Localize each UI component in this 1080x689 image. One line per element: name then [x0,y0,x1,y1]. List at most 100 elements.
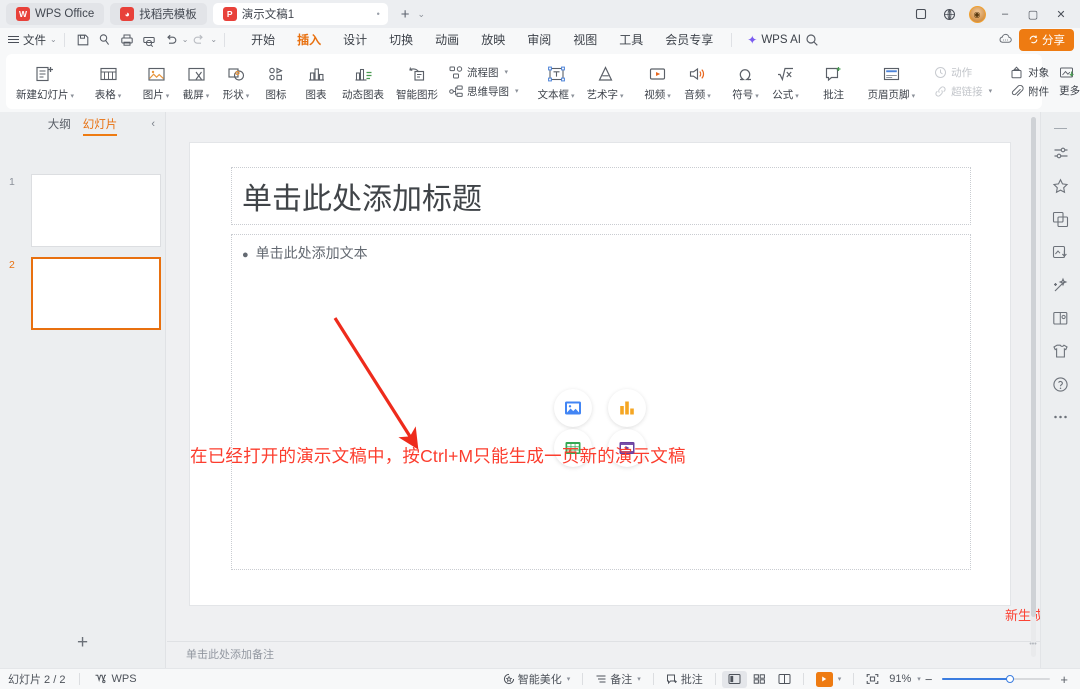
formula-button[interactable]: 公式 ▾ [766,58,806,106]
wps-ai-button[interactable]: ✦ WPS AI [747,33,801,47]
chevron-left-icon[interactable]: ‹ [151,118,155,130]
tab-outline[interactable]: 大纲 [48,116,71,135]
close-button[interactable]: ✕ [1048,3,1074,25]
tab-wps-office[interactable]: W WPS Office [6,3,105,25]
multiwindow-icon[interactable] [908,3,934,25]
zoom-in-button[interactable]: + [1056,672,1072,687]
table-button[interactable]: 表格 ▾ [88,58,128,106]
scrollbar-thumb[interactable] [1031,117,1036,617]
insert-picture-icon[interactable] [554,389,592,427]
collapse-dash-icon[interactable]: — [1054,120,1067,135]
avatar[interactable]: ◉ [964,3,990,25]
zoom-slider-knob[interactable] [1006,675,1015,683]
flowchart-button[interactable]: 流程图 ▾ [449,65,519,80]
layers-icon[interactable] [1049,209,1073,229]
menu-tab-start[interactable]: 开始 [240,29,286,50]
menu-tab-animation[interactable]: 动画 [424,29,470,50]
object-button[interactable]: 对象 [1010,65,1049,80]
screenshot-button[interactable]: 截屏 ▾ [176,58,216,106]
chart-button[interactable]: 图表 [296,58,336,106]
book-reader-icon[interactable] [1049,308,1073,328]
vertical-scrollbar[interactable] [1031,117,1036,657]
icon-library-button[interactable]: 图标 [256,58,296,106]
view-sorter-button[interactable] [747,671,772,688]
view-normal-button[interactable] [721,670,747,688]
comment-status-button[interactable]: 批注 [660,671,709,688]
shape-button[interactable]: 形状 ▾ [216,58,256,106]
body-placeholder[interactable]: ● 单击此处添加文本 [231,234,971,570]
chevron-down-icon[interactable]: ⌄ [417,9,425,20]
share-button[interactable]: 分享 [1019,28,1074,51]
chevron-down-icon: ▾ [165,92,170,100]
picture-button[interactable]: 图片 ▾ [136,58,176,106]
menu-tab-insert[interactable]: 插入 [286,29,332,50]
search-doc-icon[interactable] [94,31,116,49]
zoom-level-label[interactable]: 91% [885,673,915,685]
menu-tab-member[interactable]: 会员专享 [654,29,724,50]
template-shirt-icon[interactable] [1049,341,1073,361]
slide-canvas[interactable]: 单击此处添加标题 ● 单击此处添加文本 [190,143,1010,605]
symbol-button[interactable]: 符号 ▾ [726,58,766,106]
favorites-star-icon[interactable] [1049,176,1073,196]
menu-tab-design[interactable]: 设计 [332,29,378,50]
notes-button[interactable]: 备注 ▾ [589,671,647,688]
table-label: 表格 [94,88,116,101]
mindmap-button[interactable]: 思维导图 ▾ [449,84,519,99]
minimize-button[interactable]: – [992,3,1018,25]
start-slideshow-button[interactable]: ▾ [810,671,848,688]
menu-tab-transition[interactable]: 切换 [378,29,424,50]
slide-thumbnail-2[interactable] [31,257,161,330]
help-circle-icon[interactable] [1049,374,1073,394]
comment-button[interactable]: 批注 [814,58,854,106]
chevron-down-icon[interactable]: ▾ [838,675,842,683]
wordart-button[interactable]: 艺术字 ▾ [581,58,630,106]
undo-icon[interactable] [160,31,182,49]
tab-docer-template[interactable]: ◕ 找稻壳模板 [110,3,207,25]
zoom-out-button[interactable]: − [921,672,937,687]
tab-presentation1[interactable]: P 演示文稿1 • [212,3,388,25]
beautify-button[interactable]: 智能美化 ▾ [497,671,577,688]
more-material-top-icon-row[interactable] [1059,65,1080,79]
header-footer-button[interactable]: 页眉页脚 ▾ [862,58,922,106]
menu-tab-view[interactable]: 视图 [562,29,608,50]
slide-thumbnail-1[interactable] [31,174,161,247]
beautify-magic-icon[interactable] [1049,275,1073,295]
resize-grip[interactable]: ••• [1029,641,1037,648]
tab-slides[interactable]: 幻灯片 [82,116,117,136]
add-slide-button[interactable]: + [0,632,165,654]
save-icon[interactable] [72,31,94,49]
menu-tab-tools[interactable]: 工具 [608,29,654,50]
annotation-text-main: 在已经打开的演示文稿中，按Ctrl+M只能生成一页新的演示文稿 [190,446,686,466]
dynamic-chart-button[interactable]: 动态图表 [336,58,390,106]
file-menu-button[interactable]: 文件 ⌄ [8,32,57,48]
zoom-slider[interactable] [942,675,1051,683]
slide-settings-icon[interactable] [1049,143,1073,163]
chevron-down-icon[interactable]: ⌄ [182,35,189,44]
more-material-button[interactable]: 更多素材 ▾ [1059,83,1080,98]
smart-graphic-button[interactable]: 智能图形 [390,58,444,106]
textbox-button[interactable]: 文本框 ▾ [532,58,581,106]
insert-chart-icon[interactable] [608,389,646,427]
cloud-sync-icon[interactable] [998,33,1013,46]
globe-icon[interactable] [936,3,962,25]
menu-tab-slideshow[interactable]: 放映 [470,29,516,50]
notes-placeholder[interactable]: 单击此处添加备注 [186,646,274,662]
new-tab-button[interactable]: + [398,6,413,23]
chevron-down-icon[interactable]: ⌄ [210,35,217,44]
audio-button[interactable]: 音频 ▾ [678,58,718,106]
maximize-button[interactable]: ▢ [1020,3,1046,25]
resource-download-icon[interactable] [1049,242,1073,262]
print-preview-icon[interactable] [138,31,160,49]
title-placeholder[interactable]: 单击此处添加标题 [231,167,971,225]
view-reading-button[interactable] [772,671,797,688]
video-button[interactable]: 视频 ▾ [638,58,678,106]
wps-badge-item[interactable]: WPS [94,673,137,685]
close-icon[interactable]: • [375,9,382,19]
search-icon[interactable] [801,31,823,49]
fit-to-window-button[interactable] [860,671,885,688]
menu-tab-review[interactable]: 审阅 [516,29,562,50]
attachment-button[interactable]: 附件 [1010,84,1049,99]
new-slide-button[interactable]: 新建幻灯片 ▾ [10,58,80,106]
more-dots-icon[interactable] [1049,407,1073,427]
print-icon[interactable] [116,31,138,49]
